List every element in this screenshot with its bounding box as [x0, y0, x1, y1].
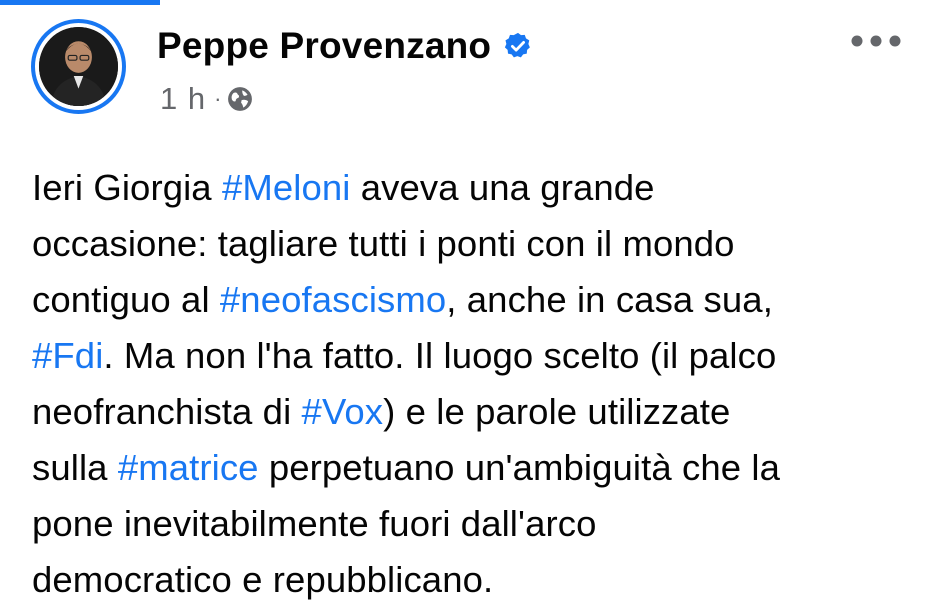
meta-separator: ·	[214, 86, 222, 111]
post-text: . Ma non l'ha fatto. Il luogo scelto (il…	[103, 335, 777, 376]
hashtag-link[interactable]: #Vox	[302, 391, 384, 432]
post-text-line: sulla #matrice perpetuano un'ambiguità c…	[32, 440, 932, 496]
verified-badge-icon	[503, 31, 533, 61]
post-text: perpetuano un'ambiguità che la	[258, 447, 781, 488]
hashtag-link[interactable]: #Meloni	[222, 167, 351, 208]
post-meta: 1 h ·	[160, 79, 253, 119]
post-text: Ieri Giorgia	[32, 167, 222, 208]
hashtag-link[interactable]: #matrice	[118, 447, 259, 488]
post-text-line: #Fdi. Ma non l'ha fatto. Il luogo scelto…	[32, 328, 932, 384]
profile-photo	[39, 27, 118, 106]
post-text: occasione: tagliare tutti i ponti con il…	[32, 223, 735, 264]
more-horizontal-icon	[851, 35, 901, 47]
post-text: ) e le parole utilizzate	[383, 391, 731, 432]
post-text-line: occasione: tagliare tutti i ponti con il…	[32, 216, 932, 272]
post-text: contiguo al	[32, 279, 220, 320]
more-options-button[interactable]	[846, 26, 906, 56]
author-name[interactable]: Peppe Provenzano	[157, 25, 491, 67]
post-text: democratico e repubblicano.	[32, 559, 494, 600]
hashtag-link[interactable]: #Fdi	[32, 335, 103, 376]
post-text-line: democratico e repubblicano.	[32, 552, 932, 604]
person-silhouette-icon	[39, 27, 118, 106]
facebook-post: Peppe Provenzano 1 h · Ieri Giorgia #Mel…	[0, 0, 947, 604]
globe-icon[interactable]	[227, 86, 253, 112]
post-text: pone inevitabilmente fuori dall'arco	[32, 503, 597, 544]
author-row: Peppe Provenzano	[157, 24, 533, 68]
post-text: , anche in casa sua,	[446, 279, 773, 320]
post-text-line: contiguo al #neofascismo, anche in casa …	[32, 272, 932, 328]
post-body: Ieri Giorgia #Meloni aveva una grande occ…	[32, 160, 932, 604]
post-text-line: Ieri Giorgia #Meloni aveva una grande	[32, 160, 932, 216]
post-text-line: neofranchista di #Vox) e le parole utili…	[32, 384, 932, 440]
tab-indicator	[0, 0, 160, 5]
post-text: sulla	[32, 447, 118, 488]
post-timestamp[interactable]: 1 h	[160, 81, 206, 117]
avatar[interactable]	[31, 19, 126, 114]
post-text: aveva una grande	[350, 167, 655, 208]
hashtag-link[interactable]: #neofascismo	[220, 279, 446, 320]
post-text-line: pone inevitabilmente fuori dall'arco	[32, 496, 932, 552]
post-text: neofranchista di	[32, 391, 302, 432]
